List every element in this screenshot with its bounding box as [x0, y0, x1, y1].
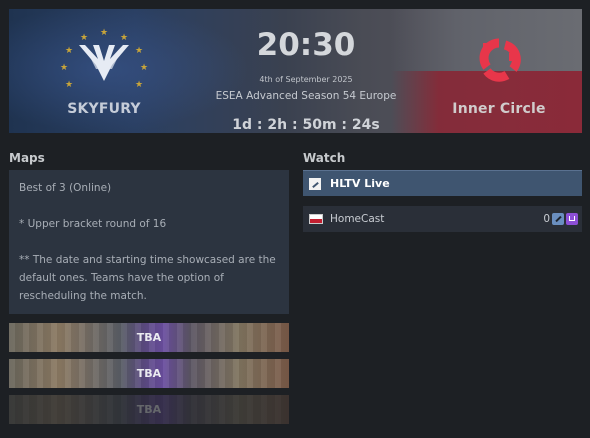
maps-title: Maps — [9, 151, 45, 165]
twitch-icon[interactable] — [566, 213, 578, 225]
team-left-name[interactable]: SKYFURY — [49, 101, 159, 117]
stream-homecast[interactable]: HomeCast 0 — [303, 206, 582, 232]
skyfury-wings-logo: ★ ★ ★ ★ ★ ★ ★ ★ ★ — [60, 28, 148, 90]
viewer-count: 0 — [543, 213, 550, 225]
inner-circle-logo — [479, 38, 521, 82]
team-right-name[interactable]: Inner Circle — [429, 101, 569, 117]
map-name: TBA — [136, 367, 162, 380]
match-header: ★ ★ ★ ★ ★ ★ ★ ★ ★ SKYFURY 20:30 4th of S… — [9, 9, 582, 133]
svg-text:★: ★ — [100, 28, 108, 38]
stream-hltv-live[interactable]: HLTV Live — [303, 170, 582, 196]
svg-text:★: ★ — [135, 80, 143, 90]
reschedule-note: ** The date and starting time showcased … — [19, 254, 276, 302]
poland-flag-icon — [309, 214, 323, 224]
map-row[interactable]: TBA — [9, 323, 289, 352]
event-name[interactable]: ESEA Advanced Season 54 Europe — [189, 90, 423, 102]
countdown-timer: 1d : 2h : 50m : 24s — [232, 117, 380, 133]
svg-text:★: ★ — [80, 33, 88, 43]
map-name: TBA — [136, 403, 162, 416]
match-date: 4th of September 2025 — [259, 75, 353, 84]
stream-label: HomeCast — [330, 213, 385, 225]
match-time: 20:30 — [256, 27, 356, 63]
team-right[interactable]: Inner Circle — [429, 27, 569, 117]
svg-text:★: ★ — [120, 33, 128, 43]
format-text: Best of 3 (Online) — [19, 182, 112, 194]
svg-text:★: ★ — [65, 80, 73, 90]
map-name: TBA — [136, 331, 162, 344]
svg-text:★: ★ — [60, 63, 68, 73]
svg-text:★: ★ — [135, 46, 143, 56]
svg-text:★: ★ — [140, 63, 148, 73]
svg-text:★: ★ — [65, 46, 73, 56]
team-left[interactable]: ★ ★ ★ ★ ★ ★ ★ ★ ★ SKYFURY — [49, 27, 159, 117]
hltv-icon — [309, 178, 321, 190]
maps-info-box: Best of 3 (Online) * Upper bracket round… — [9, 170, 289, 314]
watch-title: Watch — [303, 151, 346, 165]
map-row[interactable]: TBA — [9, 359, 289, 388]
stream-label: HLTV Live — [330, 177, 390, 190]
round-text: * Upper bracket round of 16 — [19, 218, 167, 230]
external-link-icon[interactable] — [552, 213, 564, 225]
map-row[interactable]: TBA — [9, 395, 289, 424]
